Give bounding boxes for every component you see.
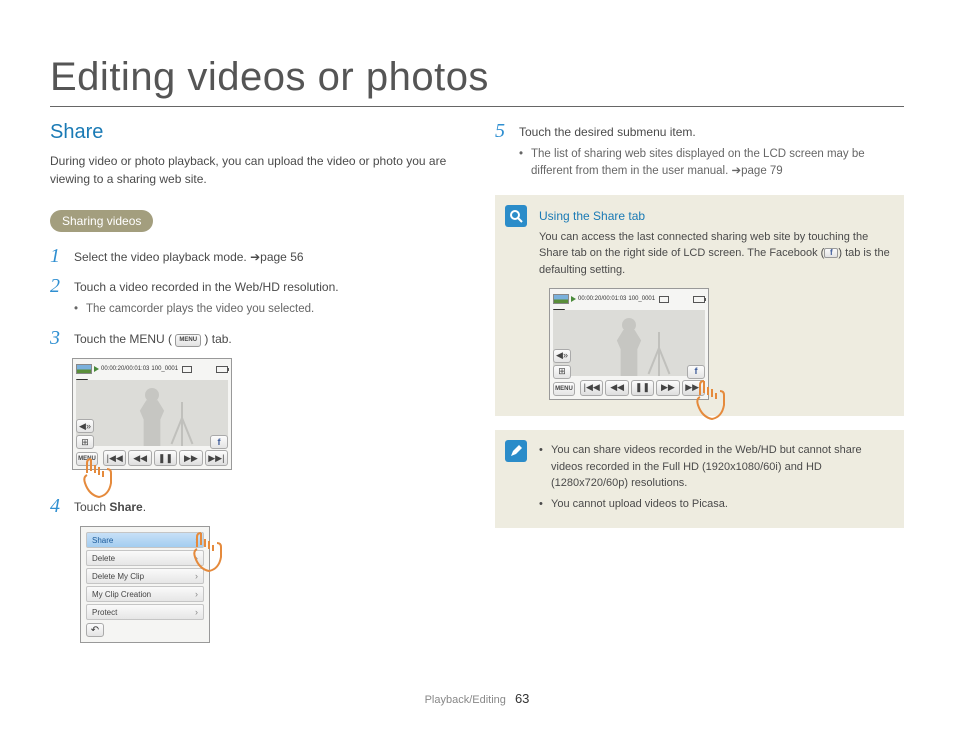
- step-sub-bullet: The list of sharing web sites displayed …: [519, 146, 904, 181]
- video-player-illustration: 00:00:20/00:01:03 100_0001 ◀» ⊞ MENU |◀◀…: [72, 358, 232, 470]
- info-box-share-tab: Using the Share tab You can access the l…: [495, 195, 904, 417]
- badge-sharing-videos: Sharing videos: [50, 210, 153, 232]
- step-text: Touch a video recorded in the Web/HD res…: [74, 280, 339, 294]
- info-title: Using the Share tab: [539, 207, 890, 225]
- step-number: 2: [50, 276, 64, 296]
- battery-icon: [693, 296, 705, 303]
- forward-button[interactable]: ▶▶: [656, 380, 679, 396]
- hand-pointer-icon: [77, 455, 117, 499]
- prev-button[interactable]: |◀◀: [580, 380, 603, 396]
- hand-pointer-icon: [187, 529, 227, 573]
- hand-pointer-icon: [690, 377, 730, 421]
- clip-name: 100_0001: [628, 295, 655, 304]
- menu-icon-inline: MENU: [175, 334, 201, 347]
- rewind-button[interactable]: ◀◀: [128, 450, 151, 466]
- grid-button[interactable]: ⊞: [76, 435, 94, 449]
- menu-button[interactable]: MENU: [553, 382, 575, 396]
- facebook-icon-inline: [824, 248, 838, 258]
- menu-item-my-clip-creation[interactable]: My Clip Creation›: [86, 586, 204, 602]
- play-indicator-icon: [94, 366, 99, 372]
- step-number: 3: [50, 328, 64, 348]
- step-text: Select the video playback mode. ➔page 56: [74, 246, 459, 266]
- menu-item-protect[interactable]: Protect›: [86, 604, 204, 620]
- step-number: 1: [50, 246, 64, 266]
- volume-button[interactable]: ◀»: [553, 349, 571, 363]
- volume-button[interactable]: ◀»: [76, 419, 94, 433]
- page-footer: Playback/Editing 63: [0, 691, 954, 706]
- menu-illustration: Share› Delete› Delete My Clip› My Clip C…: [80, 526, 210, 643]
- grid-button[interactable]: ⊞: [553, 365, 571, 379]
- step-text-pre: Touch: [74, 500, 109, 514]
- step-text-post: .: [143, 500, 146, 514]
- easel-silhouette: [181, 402, 183, 446]
- person-silhouette: [128, 388, 176, 446]
- card-icon: [182, 366, 192, 373]
- time-counter: 00:00:20/00:01:03: [578, 295, 626, 304]
- play-indicator-icon: [571, 296, 576, 302]
- step-3: 3 Touch the MENU ( MENU ) tab.: [50, 328, 459, 348]
- forward-button[interactable]: ▶▶: [179, 450, 202, 466]
- note-bullet-1: You can share videos recorded in the Web…: [539, 442, 890, 492]
- step-5: 5 Touch the desired submenu item. The li…: [495, 121, 904, 181]
- section-heading-share: Share: [50, 121, 459, 144]
- clip-name: 100_0001: [151, 366, 178, 372]
- rewind-button[interactable]: ◀◀: [605, 380, 628, 396]
- step-number: 4: [50, 496, 64, 516]
- intro-text: During video or photo playback, you can …: [50, 152, 459, 188]
- thumbnail-icon: [76, 364, 92, 374]
- card-icon: [659, 296, 669, 303]
- pause-button[interactable]: ❚❚: [631, 380, 654, 396]
- magnifier-icon: [505, 205, 527, 227]
- step-1: 1 Select the video playback mode. ➔page …: [50, 246, 459, 266]
- back-button[interactable]: ↶: [86, 623, 104, 637]
- easel-silhouette: [658, 332, 660, 376]
- step-text-pre: Touch the MENU (: [74, 332, 172, 346]
- page-number: 63: [515, 691, 529, 706]
- step-text: Touch the desired submenu item.: [519, 125, 696, 139]
- time-counter: 00:00:20/00:01:03: [101, 366, 149, 372]
- next-button[interactable]: ▶▶|: [205, 450, 228, 466]
- footer-section: Playback/Editing: [425, 694, 506, 706]
- step-4: 4 Touch Share.: [50, 496, 459, 516]
- step-number: 5: [495, 121, 509, 141]
- thumbnail-icon: [553, 294, 569, 304]
- info-box-notes: You can share videos recorded in the Web…: [495, 430, 904, 528]
- person-silhouette: [605, 318, 653, 376]
- info-body: You can access the last connected sharin…: [539, 229, 890, 279]
- step-2: 2 Touch a video recorded in the Web/HD r…: [50, 276, 459, 318]
- step-text-post: ) tab.: [204, 332, 231, 346]
- facebook-button[interactable]: [210, 435, 228, 449]
- video-player-illustration-2: 00:00:20/00:01:03 100_0001 ◀» ⊞ MENU |◀◀…: [549, 288, 709, 400]
- step-text-bold: Share: [109, 500, 142, 514]
- pen-icon: [505, 440, 527, 462]
- note-bullet-2: You cannot upload videos to Picasa.: [539, 496, 890, 513]
- step-sub-bullet: The camcorder plays the video you select…: [74, 301, 459, 318]
- pause-button[interactable]: ❚❚: [154, 450, 177, 466]
- battery-icon: [216, 366, 228, 373]
- page-title: Editing videos or photos: [50, 55, 904, 107]
